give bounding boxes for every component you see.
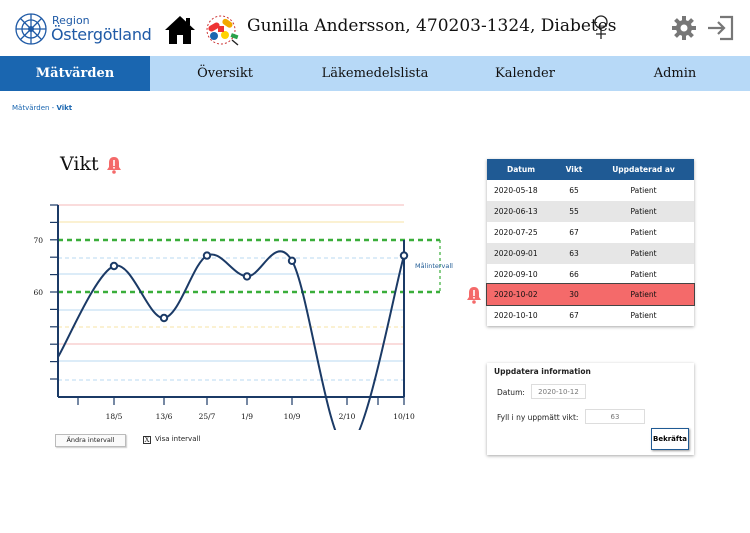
column-header-updated-by[interactable]: Uppdaterad av (593, 159, 694, 180)
breadcrumb-parent[interactable]: Mätvärden - (12, 104, 54, 112)
update-panel: Uppdatera information Datum: Fyll i ny u… (487, 363, 694, 455)
cell-updated-by: Patient (593, 263, 694, 285)
cell-updated-by: Patient (593, 242, 694, 264)
cell-updated-by: Patient (593, 221, 694, 243)
weight-line (57, 250, 405, 430)
app-header: Region Östergötland Gunilla Andersson, 4… (0, 0, 750, 56)
breadcrumb-current: Vikt (56, 104, 73, 112)
weight-series-line (57, 250, 405, 430)
cell-weight: 30 (555, 284, 593, 306)
data-point (159, 313, 169, 323)
tab-lakemedelslista[interactable]: Läkemedelslista (300, 56, 450, 91)
data-point (242, 272, 252, 281)
table-row[interactable]: 2020-10-02 30 Patient (486, 283, 695, 307)
cell-date: 2020-06-13 (487, 200, 555, 222)
cell-weight: 65 (555, 180, 593, 201)
tab-oversikt[interactable]: Översikt (150, 56, 300, 91)
gear-icon[interactable] (671, 15, 697, 41)
x-tick-label: 25/7 (199, 412, 216, 421)
main-nav: Mätvärden Översikt Läkemedelslista Kalen… (0, 56, 750, 91)
weight-label: Fyll i ny uppmätt vikt: (497, 413, 579, 422)
female-gender-icon (594, 15, 608, 39)
data-point (202, 251, 212, 260)
table-row[interactable]: 2020-07-25 67 Patient (487, 221, 694, 243)
x-tick-label: 18/5 (106, 412, 123, 421)
y-tick-labels: 306070 (33, 236, 43, 297)
cell-date: 2020-09-10 (487, 263, 555, 285)
patient-title: Gunilla Andersson, 470203-1324, Diabetes (247, 16, 617, 36)
update-panel-title: Uppdatera information (494, 367, 591, 376)
cell-weight: 66 (555, 263, 593, 285)
y-tick-label: 70 (33, 236, 43, 245)
tab-matvarden[interactable]: Mätvärden (0, 56, 150, 91)
x-tick-label: 2/10 (339, 412, 356, 421)
x-tick-label: 1/9 (241, 412, 253, 421)
change-interval-button[interactable]: Ändra intervall (55, 434, 126, 447)
table-row[interactable]: 2020-05-18 65 Patient (487, 180, 694, 201)
tab-kalender[interactable]: Kalender (450, 56, 600, 91)
row-alert-bell-icon (467, 287, 481, 304)
show-interval-checkbox[interactable]: X (143, 436, 151, 444)
medication-list-icon[interactable] (204, 14, 240, 46)
cell-weight: 63 (555, 242, 593, 264)
alert-bell-icon (107, 157, 121, 174)
data-point (287, 256, 297, 265)
table-row[interactable]: 2020-09-10 66 Patient (487, 263, 694, 285)
chart-axes (50, 204, 405, 405)
logo-name-text: Östergötland (51, 25, 152, 44)
cell-date: 2020-05-18 (487, 180, 555, 201)
table-header-row: Datum Vikt Uppdaterad av (487, 159, 694, 180)
cell-date: 2020-10-02 (487, 284, 555, 306)
table-row[interactable]: 2020-10-10 67 Patient (487, 305, 694, 327)
cell-date: 2020-09-01 (487, 242, 555, 264)
data-point (109, 261, 119, 271)
cell-updated-by: Patient (593, 180, 694, 201)
cell-updated-by: Patient (593, 200, 694, 222)
target-range-label: Målintervall (415, 261, 453, 270)
cell-updated-by: Patient (593, 284, 694, 306)
region-logo[interactable]: Region Östergötland (14, 12, 154, 48)
weight-table: Datum Vikt Uppdaterad av 2020-05-18 65 Pat… (486, 159, 695, 327)
cell-date: 2020-10-10 (487, 305, 555, 327)
x-tick-label: 13/6 (156, 412, 173, 421)
chart-title: Vikt (60, 153, 99, 175)
cell-updated-by: Patient (593, 305, 694, 327)
data-point (399, 251, 409, 260)
confirm-button[interactable]: Bekräfta (651, 428, 689, 450)
show-interval-label: Visa intervall (155, 435, 201, 443)
table-row[interactable]: 2020-06-13 55 Patient (487, 200, 694, 222)
cell-weight: 67 (555, 305, 593, 327)
weight-chart: 306070 18/513/625/71/910/92/1010/10 Måli… (33, 204, 453, 430)
logout-icon[interactable] (706, 15, 734, 41)
home-icon[interactable] (164, 15, 196, 45)
date-input[interactable] (531, 384, 586, 399)
tab-admin[interactable]: Admin (600, 56, 750, 91)
table-row[interactable]: 2020-09-01 63 Patient (487, 242, 694, 264)
date-label: Datum: (497, 388, 525, 397)
cell-weight: 67 (555, 221, 593, 243)
column-header-weight[interactable]: Vikt (555, 159, 593, 180)
weight-points (109, 251, 409, 323)
x-tick-label: 10/9 (284, 412, 301, 421)
cell-date: 2020-07-25 (487, 221, 555, 243)
weight-input[interactable] (585, 409, 645, 424)
cell-weight: 55 (555, 200, 593, 222)
x-tick-label: 10/10 (393, 412, 415, 421)
x-tick-labels: 18/5 13/6 25/7 1/9 10/9 2/10 10/10 (106, 412, 415, 421)
column-header-date[interactable]: Datum (487, 159, 555, 180)
y-tick-label: 60 (33, 288, 43, 297)
breadcrumb: Mätvärden - Vikt (12, 104, 72, 112)
region-logo-mark-icon (15, 13, 47, 45)
